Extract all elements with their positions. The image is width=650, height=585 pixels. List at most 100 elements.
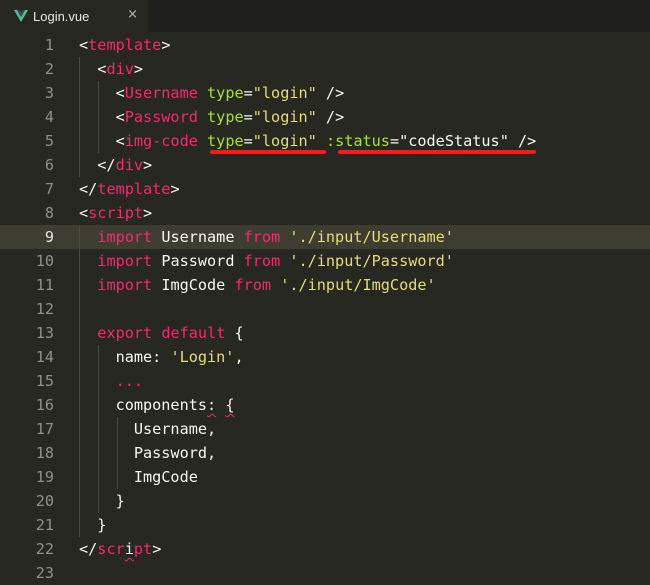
code-token: ... (115, 372, 144, 390)
code-token: Username, (79, 420, 217, 438)
code-token: < (79, 60, 107, 78)
code-text: <div> (79, 57, 143, 81)
code-token: "login" (252, 132, 317, 150)
code-text: <Username type="login" /> (79, 81, 345, 105)
code-token: './input/ImgCode' (280, 276, 436, 294)
code-token: ImgCode (79, 468, 198, 486)
code-token: script (88, 204, 144, 222)
tab-login-vue[interactable]: Login.vue × (0, 0, 148, 32)
code-token: < (79, 204, 89, 222)
code-line[interactable]: 18 Password, (0, 441, 650, 465)
line-number: 6 (44, 156, 54, 174)
code-token: " /> (499, 132, 537, 150)
code-text: <Password type="login" /> (79, 105, 345, 129)
code-line[interactable]: 1 <template> (0, 33, 650, 57)
line-number: 18 (35, 444, 54, 462)
code-token: > (143, 156, 153, 174)
code-line[interactable]: 11 import ImgCode from './input/ImgCode' (0, 273, 650, 297)
code-line[interactable]: 9 import Username from './input/Username… (0, 225, 650, 249)
code-token: 'Login' (170, 348, 235, 366)
code-token: components (79, 396, 208, 414)
code-token: } (79, 516, 107, 534)
code-editor[interactable]: 1 <template> 2 <div> 3 <Username type="logi… (0, 32, 650, 585)
code-line[interactable]: 23 (0, 561, 650, 585)
code-token: Password (124, 108, 198, 126)
code-line[interactable]: 20 } (0, 489, 650, 513)
code-text: ... (79, 369, 143, 393)
code-text: import Password from './input/Password' (79, 249, 454, 273)
code-token: name: (79, 348, 171, 366)
code-token: template (97, 180, 171, 198)
code-token: from (243, 228, 281, 246)
code-token: < (79, 108, 125, 126)
code-line[interactable]: 3 <Username type="login" /> (0, 81, 650, 105)
code-text: import ImgCode from './input/ImgCode' (79, 273, 436, 297)
code-token: = (243, 84, 253, 102)
code-text: components: { (79, 393, 235, 417)
code-token: "login" (252, 108, 317, 126)
code-line[interactable]: 21 } (0, 513, 650, 537)
code-token: Password (152, 252, 244, 270)
code-token: scr (97, 540, 125, 558)
code-line[interactable]: 22 </script> (0, 537, 650, 561)
code-token: = (243, 108, 253, 126)
close-icon[interactable]: × (127, 7, 138, 22)
code-token: Username (152, 228, 244, 246)
tab-bar: Login.vue × (0, 0, 650, 33)
code-token: type (207, 84, 244, 102)
code-text: Password, (79, 441, 216, 465)
code-line[interactable]: 6 </div> (0, 153, 650, 177)
code-token: Password, (79, 444, 217, 462)
line-number: 23 (35, 564, 54, 582)
code-token: default (161, 324, 226, 342)
line-number: 19 (35, 468, 54, 486)
code-token: < (79, 84, 125, 102)
code-token: ImgCode (152, 276, 235, 294)
code-line[interactable]: 13 export default { (0, 321, 650, 345)
code-token: </ (79, 180, 98, 198)
code-text: } (79, 489, 125, 513)
code-line[interactable]: 16 components: { (0, 393, 650, 417)
code-line[interactable]: 8 <script> (0, 201, 650, 225)
code-token: > (143, 204, 153, 222)
code-line[interactable]: 14 name: 'Login', (0, 345, 650, 369)
code-token: < (79, 36, 89, 54)
code-token: import (97, 228, 153, 246)
code-line[interactable]: 12 (0, 297, 650, 321)
code-text: import Username from './input/Username' (79, 225, 454, 249)
line-number: 3 (44, 84, 54, 102)
code-line[interactable]: 10 import Password from './input/Passwor… (0, 249, 650, 273)
code-token: , (234, 348, 244, 366)
code-token: { (225, 396, 235, 414)
line-number: 8 (44, 204, 54, 222)
code-token: "login" (252, 84, 317, 102)
code-text: <template> (79, 33, 170, 57)
code-line[interactable]: 17 Username, (0, 417, 650, 441)
code-token: codeStatus (408, 132, 500, 150)
line-number: 13 (35, 324, 54, 342)
code-text: </template> (79, 177, 180, 201)
code-token: </ (79, 156, 116, 174)
line-number: 17 (35, 420, 54, 438)
code-text: </div> (79, 153, 152, 177)
code-token: './input/Username' (289, 228, 454, 246)
code-text: export default { (79, 321, 243, 345)
code-token: : (207, 396, 217, 414)
code-text: </script> (79, 537, 161, 561)
vue-logo-icon (14, 10, 28, 22)
code-line[interactable]: 4 <Password type="login" /> (0, 105, 650, 129)
line-number: 10 (35, 252, 54, 270)
code-line[interactable]: 2 <div> (0, 57, 650, 81)
code-line[interactable]: 19 ImgCode (0, 465, 650, 489)
code-line[interactable]: 7 </template> (0, 177, 650, 201)
line-number: 15 (35, 372, 54, 390)
code-line[interactable]: 15 ... (0, 369, 650, 393)
